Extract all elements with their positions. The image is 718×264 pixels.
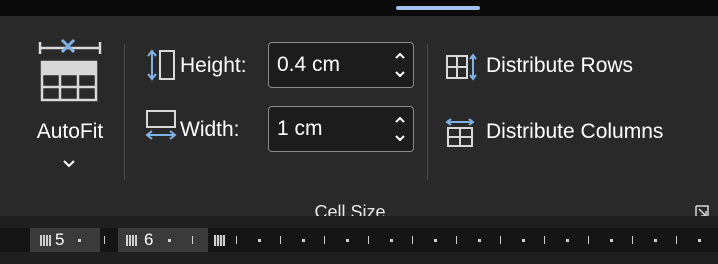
column-marker[interactable] [126,235,137,246]
ruler-number: 6 [144,230,154,249]
width-spinner[interactable] [393,111,407,152]
distribute-columns-label: Distribute Columns [486,120,664,143]
ruler-tick [258,239,261,242]
selected-tab-indicator [396,6,480,10]
height-label: Height: [180,54,247,77]
ruler-tick [434,239,437,242]
ruler-tick [566,239,569,242]
group-divider [427,44,428,180]
width-value: 1 cm [277,117,323,140]
group-divider [124,44,125,180]
autofit-button[interactable]: AutoFit [22,34,118,174]
ruler-tick [368,236,369,244]
column-marker[interactable] [40,235,51,246]
title-bar-strip [0,0,718,16]
ruler-tick [610,239,613,242]
ruler-tick [588,236,589,244]
ruler-tick [390,239,393,242]
ruler-tick [280,236,281,244]
width-label: Width: [180,118,240,141]
ruler-tick [544,236,545,244]
ruler-tick [104,236,105,244]
ruler-tick [324,236,325,244]
width-field[interactable]: 1 cm [268,106,414,152]
distribute-columns-icon [444,118,478,154]
ruler-tick [676,236,677,244]
horizontal-ruler[interactable]: 5 6 [0,216,718,264]
ruler-tick [654,239,657,242]
ruler-number: 5 [55,230,65,249]
ruler-tick [522,239,525,242]
ribbon-cell-size-group: AutoFit Height: 0.4 cm Width: 1 cm Distr… [0,16,718,222]
ruler-tick [192,236,193,244]
column-width-icon [144,108,178,147]
ruler-tick [412,236,413,244]
ruler-tick [168,239,171,242]
column-marker[interactable] [214,235,225,246]
distribute-rows-button[interactable]: Distribute Rows [444,53,674,84]
ruler-tick [478,239,481,242]
ruler-tick [456,236,457,244]
autofit-label: AutoFit [36,120,104,143]
height-value: 0.4 cm [277,53,341,76]
distribute-rows-label: Distribute Rows [486,54,634,77]
ruler-tick [500,236,501,244]
height-field[interactable]: 0.4 cm [268,42,414,88]
ruler-tick [632,236,633,244]
row-height-icon [144,48,178,87]
ruler-tick [698,239,701,242]
chevron-down-icon [62,156,76,174]
ruler-tick [236,236,237,244]
ruler-tick [302,239,305,242]
distribute-columns-button[interactable]: Distribute Columns [444,118,704,150]
distribute-rows-icon [444,52,478,88]
ruler-tick [78,239,81,242]
height-spinner[interactable] [393,47,407,88]
table-autofit-icon [36,34,104,115]
ruler-tick [346,239,349,242]
